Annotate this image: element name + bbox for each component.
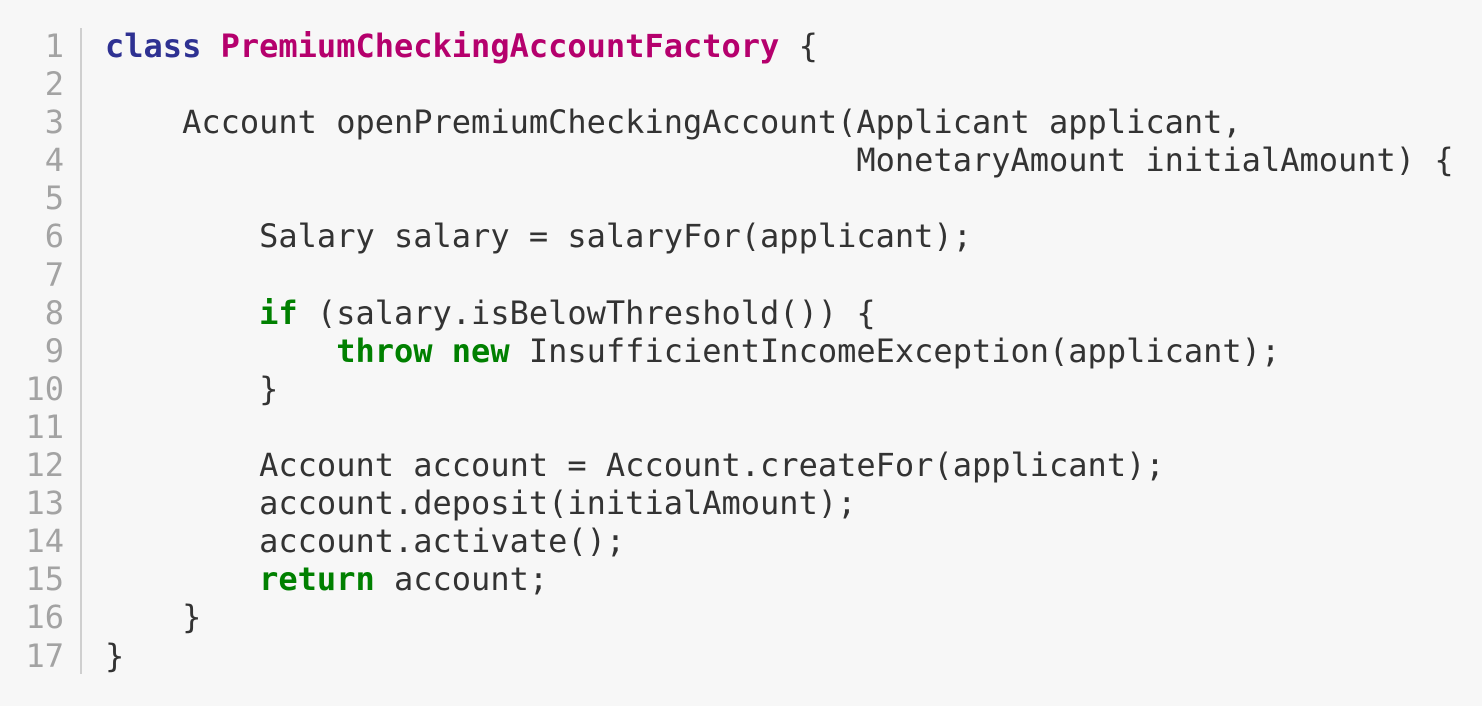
- code-token-plain: }: [105, 369, 279, 408]
- code-line[interactable]: Salary salary = salaryFor(applicant);: [105, 217, 1482, 255]
- code-token-control: if: [259, 293, 298, 332]
- code-token-plain: Account openPremiumCheckingAccount(Appli…: [105, 103, 1242, 142]
- code-token-plain: account.activate();: [105, 522, 626, 561]
- line-number: 1: [44, 27, 64, 65]
- code-line[interactable]: Account account = Account.createFor(appl…: [105, 446, 1482, 484]
- code-line[interactable]: return account;: [105, 560, 1482, 598]
- code-line[interactable]: MonetaryAmount initialAmount) {: [105, 141, 1482, 179]
- code-line[interactable]: account.activate();: [105, 522, 1482, 560]
- line-number: 3: [44, 103, 64, 142]
- code-token-plain: account;: [374, 560, 549, 599]
- code-token-plain: (salary.isBelowThreshold()) {: [297, 293, 876, 332]
- line-number: 5: [44, 179, 64, 218]
- code-area[interactable]: class PremiumCheckingAccountFactory { Ac…: [105, 27, 1482, 675]
- code-line[interactable]: }: [105, 370, 1482, 408]
- code-token-control: throw: [336, 331, 433, 370]
- code-token-plain: Account account = Account.createFor(appl…: [105, 446, 1165, 485]
- line-number: 11: [25, 407, 64, 446]
- code-line[interactable]: class PremiumCheckingAccountFactory {: [105, 27, 1482, 65]
- line-number: 10: [25, 369, 64, 408]
- code-token-plain: {: [779, 27, 818, 65]
- code-token-plain: }: [105, 636, 125, 675]
- code-line[interactable]: Account openPremiumCheckingAccount(Appli…: [105, 103, 1482, 141]
- line-number: 13: [25, 484, 64, 523]
- line-number: 6: [44, 217, 64, 256]
- line-number: 17: [25, 636, 64, 675]
- code-line[interactable]: }: [105, 637, 1482, 675]
- code-token-control: new: [451, 331, 510, 370]
- line-number: 7: [44, 255, 64, 294]
- code-line[interactable]: if (salary.isBelowThreshold()) {: [105, 294, 1482, 332]
- line-number: 15: [25, 560, 64, 599]
- line-number: 16: [25, 598, 64, 637]
- code-token-plain: InsufficientIncomeException(applicant);: [509, 331, 1281, 370]
- code-token-plain: Salary salary = salaryFor(applicant);: [105, 217, 972, 256]
- code-token-classname: PremiumCheckingAccountFactory: [220, 27, 780, 65]
- line-number: 9: [44, 331, 64, 370]
- code-line[interactable]: account.deposit(initialAmount);: [105, 484, 1482, 522]
- line-number: 8: [44, 293, 64, 332]
- code-token-keyword: class: [105, 27, 202, 65]
- code-line[interactable]: }: [105, 598, 1482, 636]
- gutter-divider: [80, 28, 82, 674]
- line-number-gutter: 1 2 3 4 5 6 7 8 9 10 11 12 13 14 15 16 17: [0, 27, 64, 675]
- code-line[interactable]: [105, 256, 1482, 294]
- code-line[interactable]: [105, 65, 1482, 103]
- line-number: 4: [44, 141, 64, 180]
- code-line[interactable]: throw new InsufficientIncomeException(ap…: [105, 332, 1482, 370]
- code-line[interactable]: [105, 179, 1482, 217]
- line-number: 12: [25, 446, 64, 485]
- code-line[interactable]: [105, 408, 1482, 446]
- code-token-plain: account.deposit(initialAmount);: [105, 484, 857, 523]
- code-token-plain: }: [105, 598, 202, 637]
- code-editor[interactable]: 1 2 3 4 5 6 7 8 9 10 11 12 13 14 15 16 17 class PremiumC…: [0, 0, 1482, 706]
- line-number: 2: [44, 65, 64, 104]
- code-token-plain: MonetaryAmount initialAmount) {: [105, 141, 1454, 180]
- code-token-control: return: [259, 560, 375, 599]
- line-number: 14: [25, 522, 64, 561]
